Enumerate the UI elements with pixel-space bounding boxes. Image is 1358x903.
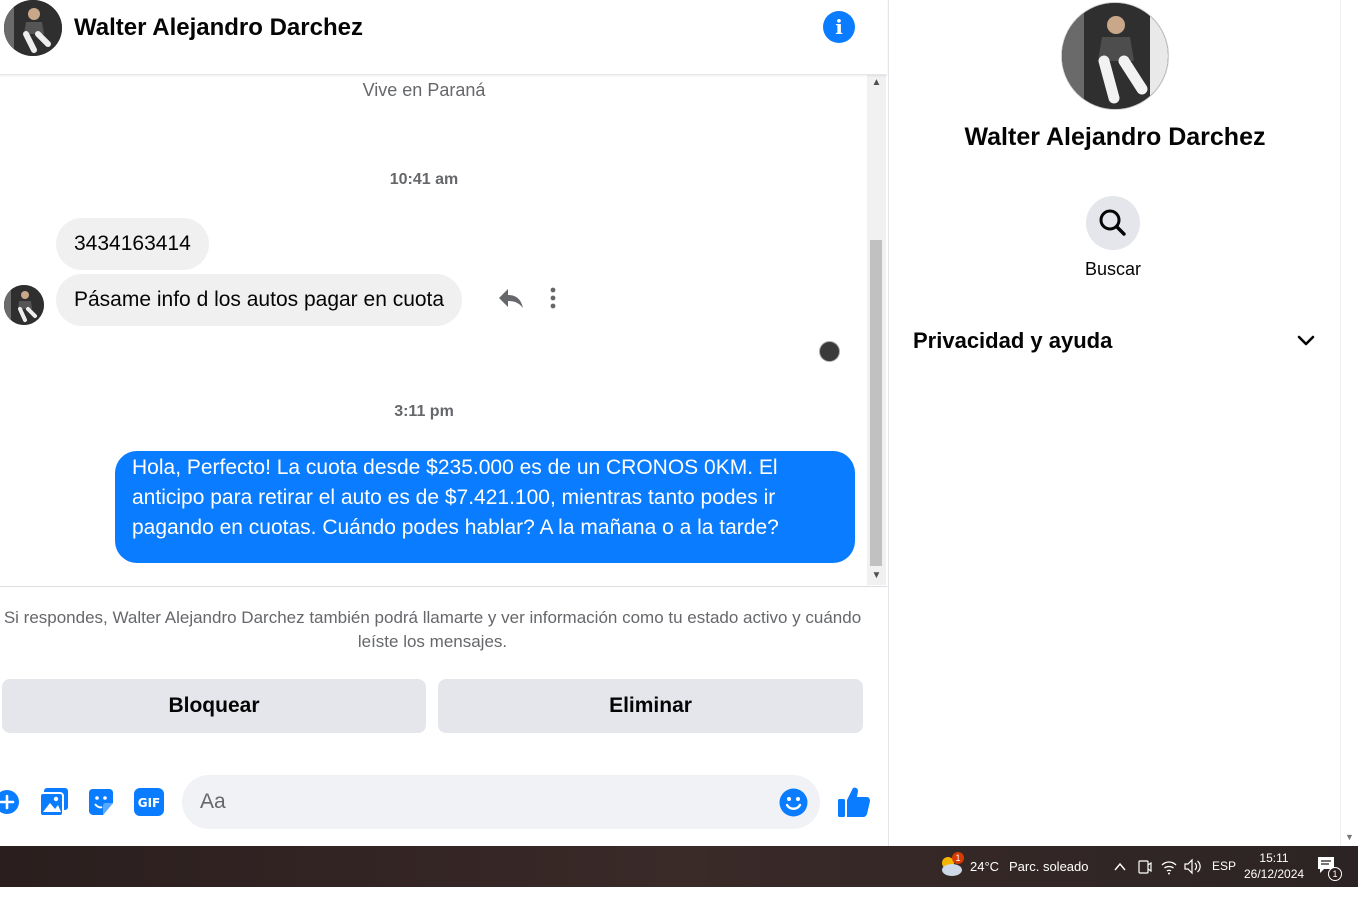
chevron-down-icon — [1297, 335, 1315, 346]
incoming-message[interactable]: 3434163414 — [56, 218, 209, 270]
image-icon[interactable] — [39, 787, 69, 822]
weather-icon[interactable]: 1 — [938, 852, 964, 878]
wifi-icon[interactable] — [1161, 846, 1177, 887]
timestamp: 10:41 am — [389, 171, 459, 188]
contact-name[interactable]: Walter Alejandro Darchez — [74, 14, 363, 42]
meet-now-icon[interactable] — [1138, 846, 1152, 887]
scroll-down-icon[interactable]: ▼ — [1345, 832, 1354, 842]
page-scrollbar[interactable]: ▼ — [1340, 0, 1358, 846]
svg-text:GIF: GIF — [138, 796, 161, 810]
privacy-help-section[interactable]: Privacidad y ayuda — [913, 326, 1321, 358]
divider — [0, 586, 887, 587]
search-label: Buscar — [1084, 259, 1142, 279]
clock-time: 15:11 — [1259, 851, 1289, 865]
incoming-message[interactable]: Pásame info d los autos pagar en cuota — [56, 274, 463, 326]
sidebar-contact-name: Walter Alejandro Darchez — [964, 123, 1266, 151]
language-indicator[interactable]: ESP — [1212, 846, 1236, 887]
chat-header: Walter Alejandro Darchez i — [0, 0, 887, 75]
timestamp: 3:11 pm — [394, 403, 454, 420]
weather-condition[interactable]: Parc. soleado — [1009, 846, 1089, 887]
message-scrollbar[interactable]: ▲ ▼ — [867, 75, 886, 585]
chevron-up-icon[interactable] — [1114, 846, 1126, 887]
sidebar-avatar[interactable] — [1061, 2, 1169, 110]
thumbs-up-icon[interactable] — [837, 785, 871, 824]
message-input-wrapper — [182, 775, 820, 829]
delete-button[interactable]: Eliminar — [438, 679, 863, 733]
block-button[interactable]: Bloquear — [2, 679, 426, 733]
sender-avatar[interactable] — [4, 285, 44, 325]
scroll-down-icon[interactable]: ▼ — [867, 570, 886, 581]
scroll-thumb[interactable] — [870, 240, 882, 566]
info-icon[interactable]: i — [823, 11, 855, 43]
scroll-up-icon[interactable]: ▲ — [867, 77, 886, 88]
reply-notice: Si respondes, Walter Alejandro Darchez t… — [3, 608, 862, 651]
seen-avatar-icon — [819, 341, 840, 362]
plus-icon[interactable] — [0, 788, 20, 821]
search-button[interactable] — [1086, 196, 1140, 250]
search-icon — [1099, 209, 1126, 236]
reply-icon[interactable] — [498, 286, 524, 315]
gif-icon[interactable]: GIF — [134, 788, 164, 821]
contact-location: Vive en Paraná — [362, 80, 486, 100]
contact-sidebar: Walter Alejandro Darchez Buscar Privacid… — [888, 0, 1340, 846]
contact-avatar[interactable] — [4, 0, 62, 56]
weather-badge: 1 — [952, 852, 964, 864]
message-input[interactable] — [200, 775, 780, 829]
clock[interactable]: 15:11 26/12/2024 — [1244, 850, 1304, 884]
message-list: Vive en Paraná 10:41 am 3434163414 Pásam… — [0, 75, 870, 585]
clock-date: 26/12/2024 — [1244, 867, 1305, 881]
emoji-icon[interactable] — [779, 788, 808, 822]
privacy-help-label: Privacidad y ayuda — [913, 328, 1113, 353]
more-options-icon[interactable] — [545, 286, 561, 315]
chat-panel: Walter Alejandro Darchez i Vive en Paran… — [0, 0, 887, 846]
notification-count: 1 — [1328, 867, 1342, 881]
outgoing-message[interactable]: Hola, Perfecto! La cuota desde $235.000 … — [115, 451, 855, 563]
temperature[interactable]: 24°C — [970, 846, 999, 887]
taskbar: 1 24°C Parc. soleado ESP 15:11 26/12/202… — [0, 846, 1358, 887]
sticker-icon[interactable] — [87, 787, 115, 822]
notifications-icon[interactable]: 1 — [1316, 854, 1342, 882]
volume-icon[interactable] — [1184, 846, 1202, 887]
